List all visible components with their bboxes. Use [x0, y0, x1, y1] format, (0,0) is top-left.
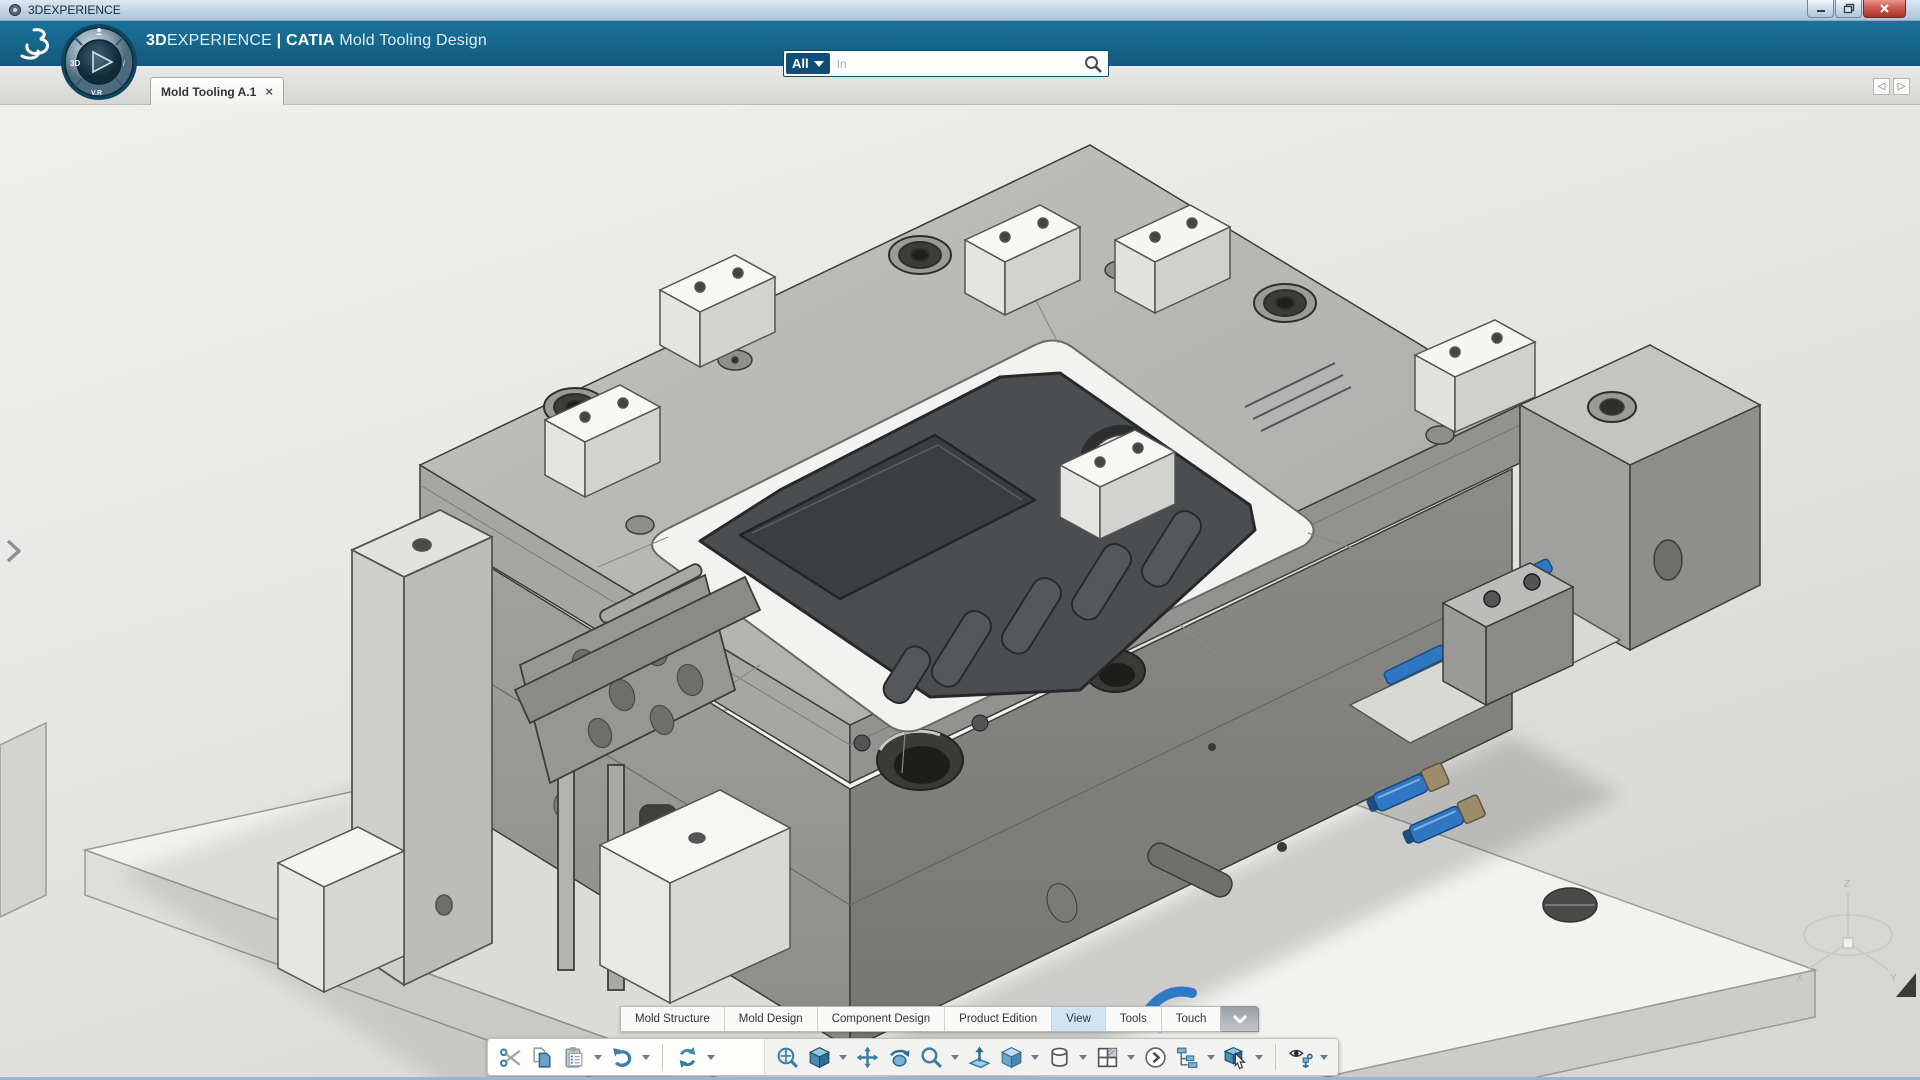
pan-icon [856, 1046, 878, 1068]
update-dropdown-caret[interactable] [707, 1054, 715, 1060]
more-commands-button[interactable] [1141, 1041, 1169, 1073]
rotate-icon [889, 1049, 909, 1067]
close-button[interactable] [1863, 0, 1906, 18]
paste-dropdown-caret[interactable] [594, 1054, 602, 1060]
maximize-button[interactable] [1835, 0, 1862, 18]
zoom-icon [920, 1046, 942, 1068]
tree-icon [1176, 1047, 1197, 1068]
brand-regular: EXPERIENCE [166, 32, 272, 49]
zoom-button[interactable] [917, 1041, 945, 1073]
normal-view-button[interactable] [965, 1041, 993, 1073]
hide-show-dropdown-caret[interactable] [1079, 1054, 1087, 1060]
tab-touch[interactable]: Touch [1160, 1007, 1221, 1031]
triad-y-label: Y [1890, 973, 1897, 984]
window-titlebar[interactable]: 3DEXPERIENCE [0, 0, 1920, 21]
window-title: 3DEXPERIENCE [28, 3, 121, 17]
cut-icon [499, 1048, 521, 1067]
normal-view-icon [967, 1046, 991, 1068]
bottom-toolbar [487, 1038, 1339, 1076]
update-icon [679, 1046, 695, 1068]
pan-button[interactable] [853, 1041, 881, 1073]
tab-mold-structure[interactable]: Mold Structure [621, 1007, 724, 1031]
split-view-icon [1097, 1047, 1117, 1067]
visibility-button[interactable] [1286, 1041, 1314, 1073]
visibility-icon [1288, 1049, 1313, 1068]
triad-z-label: Z [1844, 879, 1850, 890]
brand-bold: 3D [146, 32, 167, 49]
paste-icon [564, 1046, 582, 1068]
fit-all-icon [777, 1047, 798, 1068]
search-scope-label: All [792, 56, 809, 71]
look-at-dropdown-caret[interactable] [1255, 1054, 1263, 1060]
tab-tools[interactable]: Tools [1104, 1007, 1161, 1031]
tree-button[interactable] [1173, 1041, 1201, 1073]
tab-product-edition[interactable]: Product Edition [944, 1007, 1051, 1031]
tab-prev-button[interactable]: ◁ [1873, 78, 1890, 95]
tab-view[interactable]: View [1051, 1007, 1105, 1031]
rotate-button[interactable] [885, 1041, 913, 1073]
compass-widget[interactable]: 3D V.R i [60, 23, 138, 101]
chevron-down-icon [1232, 1014, 1247, 1024]
iso-view-button[interactable] [805, 1041, 833, 1073]
zoom-dropdown-caret[interactable] [951, 1054, 959, 1060]
document-tab-label: Mold Tooling A.1 [161, 84, 257, 99]
search-bar[interactable]: All [783, 50, 1109, 77]
undo-button[interactable] [608, 1041, 636, 1073]
copy-icon [532, 1046, 551, 1068]
shading-icon [1000, 1046, 1022, 1068]
minimize-button[interactable] [1807, 0, 1834, 18]
tab-close-icon[interactable]: × [265, 84, 273, 99]
compass-3d-label[interactable]: 3D [70, 59, 80, 68]
triad-x-label: X [1796, 973, 1803, 984]
viewport-3d-scene[interactable]: Z X Y [0, 105, 1920, 1080]
look-at-icon [1223, 1046, 1246, 1069]
look-at-button[interactable] [1221, 1041, 1249, 1073]
more-tabs-button[interactable] [1221, 1006, 1260, 1032]
undo-icon [612, 1047, 631, 1067]
app-bold: CATIA [286, 32, 335, 49]
hide-show-icon [1050, 1047, 1068, 1067]
visibility-dropdown-caret[interactable] [1320, 1054, 1328, 1060]
app-icon [9, 4, 21, 16]
tree-dropdown-caret[interactable] [1207, 1054, 1215, 1060]
paste-button[interactable] [560, 1041, 588, 1073]
update-button[interactable] [673, 1041, 701, 1073]
app-title: 3DEXPERIENCE | CATIA Mold Tooling Design [146, 32, 487, 50]
document-tab-active[interactable]: Mold Tooling A.1 × [150, 77, 284, 105]
tab-next-button[interactable]: ▷ [1893, 78, 1910, 95]
app-name: Mold Tooling Design [339, 32, 487, 49]
chevron-down-icon [813, 60, 824, 67]
cut-button[interactable] [496, 1041, 524, 1073]
split-view-dropdown-caret[interactable] [1127, 1054, 1135, 1060]
search-input[interactable] [832, 56, 1082, 71]
search-icon[interactable] [1082, 53, 1104, 75]
compass-right-glyph[interactable]: i [123, 59, 125, 68]
tab-mold-design[interactable]: Mold Design [723, 1007, 817, 1031]
minimize-icon [1816, 9, 1825, 12]
dassault-logo [20, 28, 49, 60]
shading-dropdown-caret[interactable] [1031, 1054, 1039, 1060]
iso-view-icon [808, 1046, 830, 1068]
shading-button[interactable] [997, 1041, 1025, 1073]
app-header: 3DEXPERIENCE | CATIA Mold Tooling Design… [0, 21, 1920, 77]
copy-button[interactable] [528, 1041, 556, 1073]
hide-show-button[interactable] [1045, 1041, 1073, 1073]
toolbar-separator [662, 1044, 663, 1070]
compass-vr-label[interactable]: V.R [91, 90, 102, 97]
search-scope-dropdown[interactable]: All [786, 53, 830, 74]
toolbar-separator [1275, 1044, 1276, 1070]
view-dropdown-caret[interactable] [839, 1054, 847, 1060]
split-view-button[interactable] [1093, 1041, 1121, 1073]
fit-all-button[interactable] [773, 1041, 801, 1073]
more-commands-icon [1144, 1046, 1166, 1068]
action-bar: Mold Structure Mold Design Component Des… [620, 1006, 1260, 1032]
close-icon [1880, 4, 1889, 13]
maximize-icon [1843, 3, 1854, 14]
undo-dropdown-caret[interactable] [642, 1054, 650, 1060]
tab-component-design[interactable]: Component Design [816, 1007, 944, 1031]
